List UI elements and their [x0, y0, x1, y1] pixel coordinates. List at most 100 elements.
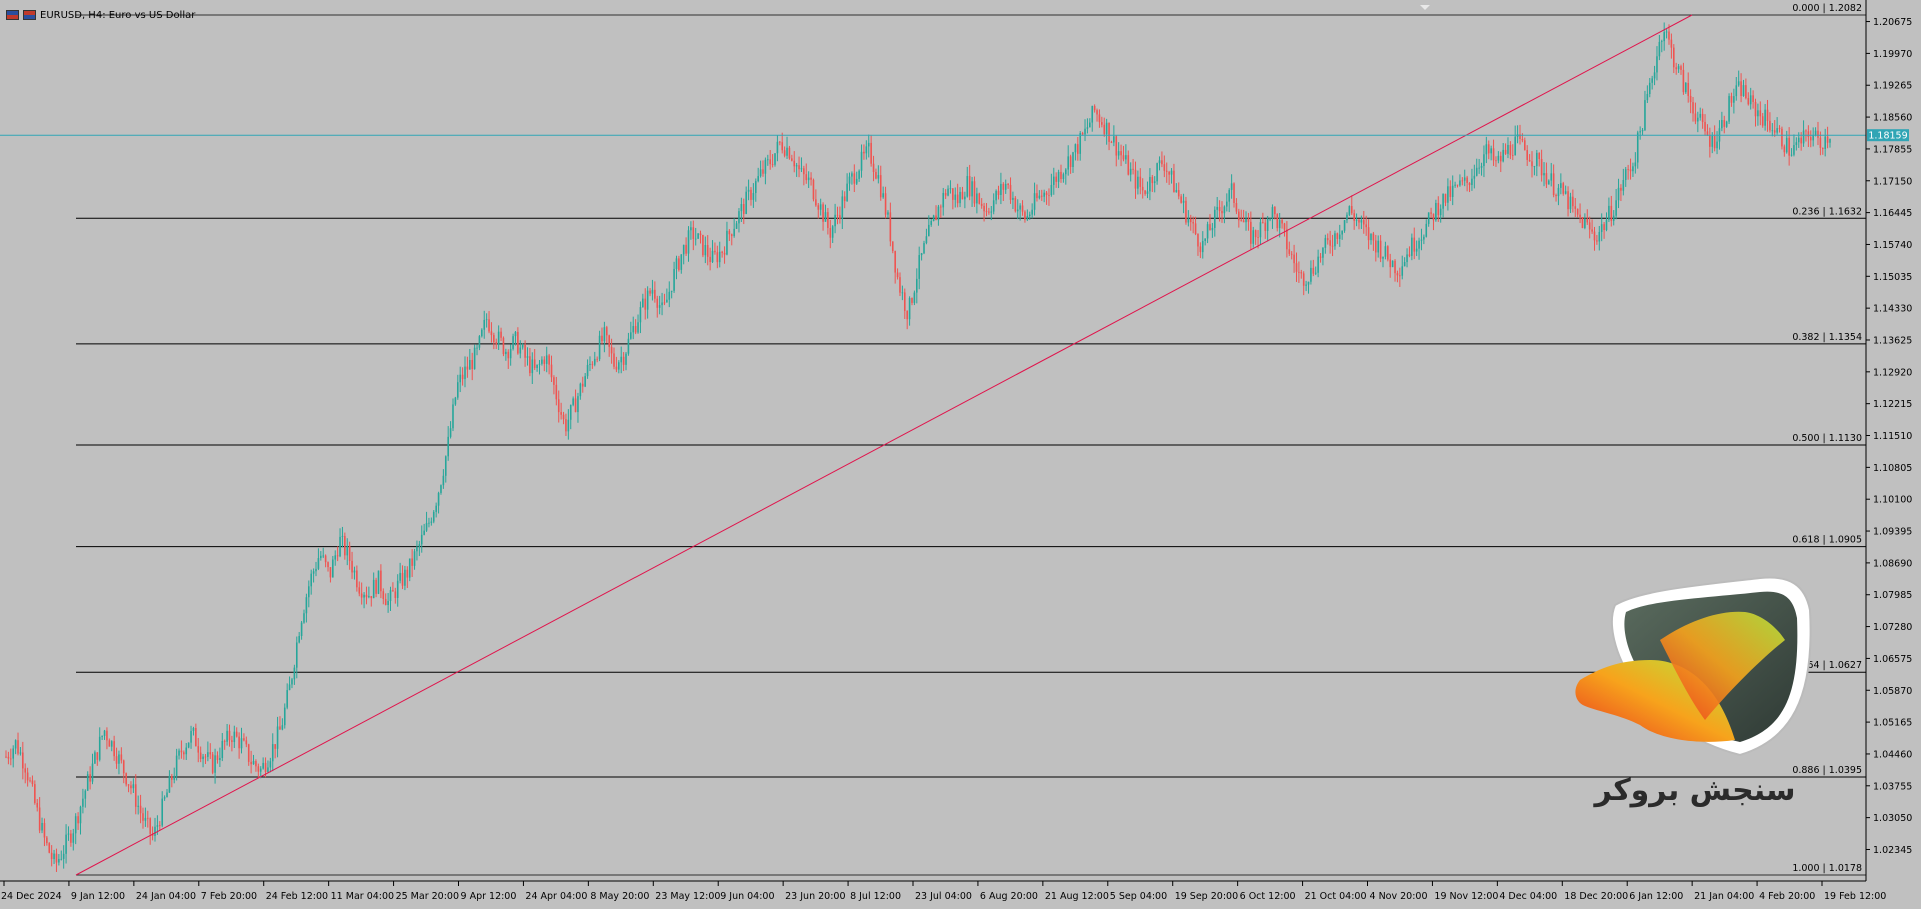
- candle-body: [250, 761, 252, 765]
- candle-body: [1785, 137, 1788, 153]
- candle-body: [1149, 177, 1151, 192]
- candle-body: [1372, 233, 1375, 241]
- candle-body: [1387, 246, 1389, 260]
- fib-label: 0.618 | 1.0905: [1792, 535, 1862, 546]
- candle-body: [980, 203, 983, 206]
- candle-body: [1307, 281, 1310, 285]
- candle-body: [742, 204, 745, 214]
- candle-body: [1682, 69, 1685, 93]
- candle-body: [762, 169, 764, 174]
- candle-body: [646, 290, 649, 310]
- candle-body: [1230, 183, 1233, 190]
- candle-body: [377, 570, 380, 594]
- candle-body: [22, 752, 24, 769]
- candle-body: [1281, 220, 1283, 224]
- candle-body: [548, 355, 550, 365]
- candle-body: [1201, 240, 1204, 253]
- candle-body: [754, 181, 757, 194]
- candle-body: [1608, 205, 1610, 220]
- candle-body: [1403, 262, 1406, 267]
- candle-body: [1192, 222, 1194, 224]
- candle: [1435, 199, 1437, 222]
- candle-body: [1651, 78, 1653, 83]
- price-tick-label: 1.14330: [1873, 304, 1912, 315]
- chart-window-icon[interactable]: [6, 10, 19, 20]
- candle-body: [913, 292, 916, 303]
- candle-body: [1185, 200, 1187, 223]
- candle-body: [82, 798, 84, 807]
- candle-body: [1108, 122, 1110, 142]
- candle-body: [1322, 247, 1324, 258]
- candle-body: [1733, 96, 1735, 103]
- candle-body: [209, 752, 212, 755]
- candle-body: [625, 353, 627, 365]
- candle-body: [303, 613, 305, 623]
- candle-body: [1437, 202, 1440, 216]
- candle-body: [555, 384, 558, 400]
- candle-body: [1742, 85, 1745, 97]
- candle-body: [1721, 120, 1723, 129]
- candle-body: [545, 355, 548, 364]
- candle-body: [1007, 183, 1009, 185]
- candle-body: [1189, 218, 1192, 223]
- price-tick-label: 1.11510: [1873, 431, 1912, 442]
- candle-body: [620, 356, 623, 363]
- candle-body: [1459, 180, 1461, 186]
- candle-body: [944, 192, 947, 196]
- price-tick-label: 1.05165: [1873, 718, 1912, 729]
- candle-body: [1576, 208, 1579, 215]
- candle-body: [697, 233, 699, 239]
- candle-body: [1096, 110, 1098, 115]
- candle-body: [1122, 155, 1125, 160]
- price-tick-label: 1.12920: [1873, 367, 1912, 378]
- candle-body: [163, 797, 166, 799]
- candle-body: [699, 233, 702, 235]
- candle-body: [72, 833, 75, 843]
- candle-body: [644, 298, 647, 310]
- candle-body: [1581, 217, 1584, 229]
- candle-body: [346, 546, 349, 556]
- candle-body: [1341, 230, 1343, 235]
- candle-body: [372, 579, 375, 599]
- candle-body: [43, 822, 46, 838]
- candle-body: [1365, 224, 1367, 228]
- candle-body: [62, 853, 65, 859]
- candle-body: [356, 570, 358, 588]
- candle-body: [122, 760, 125, 774]
- candle-body: [1802, 130, 1805, 144]
- candle-body: [819, 204, 822, 210]
- candle-body: [1797, 137, 1800, 143]
- candle-body: [312, 571, 315, 574]
- candle-body: [1697, 117, 1699, 122]
- candle-body: [1382, 256, 1384, 259]
- candle-body: [1348, 206, 1351, 215]
- candle-body: [1562, 183, 1565, 194]
- candle-body: [533, 359, 536, 368]
- candle-body: [490, 331, 493, 336]
- candle-body: [971, 181, 973, 197]
- candle-body: [1497, 155, 1500, 161]
- candle-body: [329, 567, 332, 578]
- candle-body: [334, 555, 337, 560]
- time-tick-label: 21 Aug 12:00: [1045, 891, 1109, 902]
- candle-body: [435, 505, 437, 512]
- candle-body: [673, 268, 675, 291]
- candle-body: [781, 142, 784, 151]
- candle-body: [1615, 200, 1617, 216]
- candle-body: [795, 165, 798, 167]
- candle-body: [1235, 202, 1238, 212]
- time-tick-label: 5 Sep 04:00: [1110, 891, 1167, 902]
- fib-label: 0.236 | 1.1632: [1792, 206, 1862, 217]
- time-tick-label: 24 Apr 04:00: [525, 891, 587, 902]
- candle-body: [793, 160, 796, 167]
- candle-body: [615, 366, 618, 370]
- candle-body: [197, 746, 200, 753]
- candle-body: [1449, 186, 1452, 198]
- candle-body: [1670, 39, 1673, 48]
- candle: [1781, 126, 1783, 150]
- candle-body: [466, 366, 469, 370]
- candle-body: [166, 792, 168, 798]
- price-chart[interactable]: 0.000 | 1.2082 0.236 | 1.1632 0.382 | 1.13…: [0, 0, 1921, 909]
- candle-body: [519, 347, 522, 354]
- candle-body: [529, 356, 531, 374]
